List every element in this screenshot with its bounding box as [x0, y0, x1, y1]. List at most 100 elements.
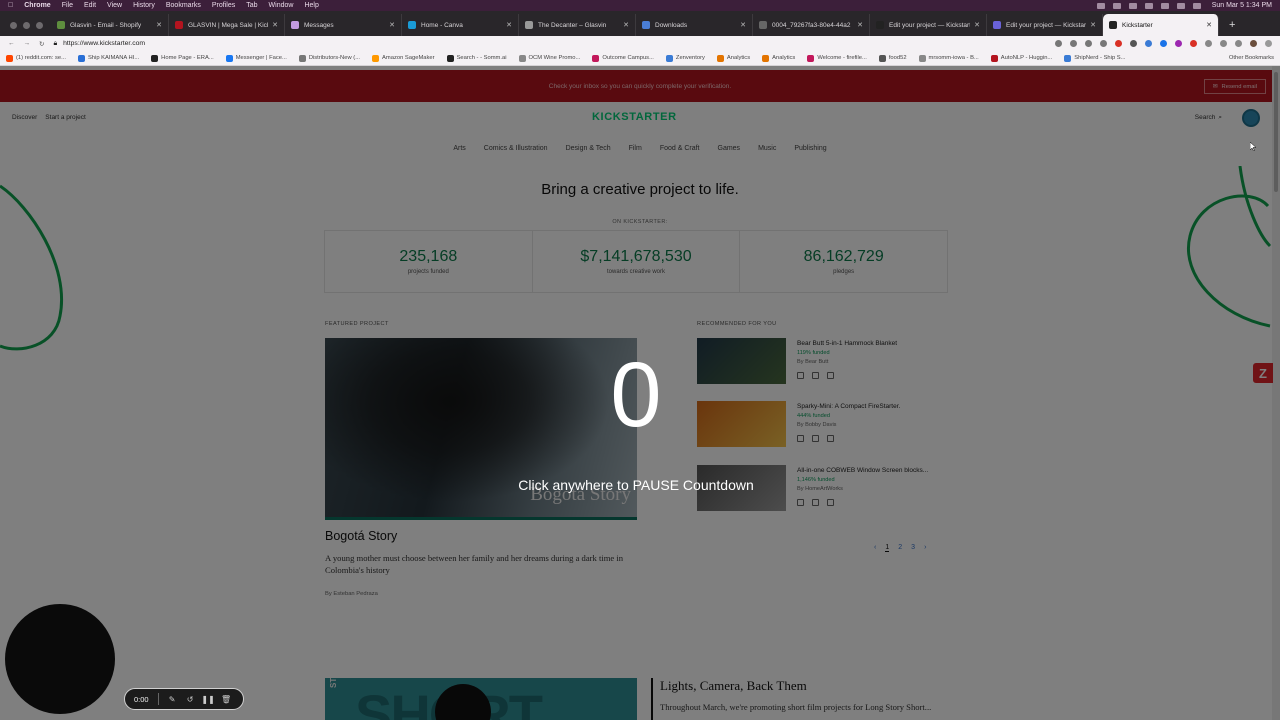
- browser-tab[interactable]: Edit your project — Kickstarter ✕: [870, 14, 987, 36]
- extension-icon[interactable]: [1175, 40, 1182, 47]
- bookmark-item[interactable]: OCM Wine Promo...: [518, 54, 580, 62]
- pause-icon[interactable]: ❚❚: [201, 695, 214, 704]
- bookmark-item[interactable]: ShipNerd - Ship S...: [1064, 54, 1125, 62]
- menu-profiles[interactable]: Profiles: [212, 2, 235, 9]
- menu-history[interactable]: History: [133, 2, 155, 9]
- close-tab-icon[interactable]: ✕: [1090, 21, 1096, 29]
- countdown-overlay[interactable]: 0 Click anywhere to PAUSE Countdown: [0, 66, 1280, 720]
- bookmark-favicon-icon: [298, 54, 306, 62]
- bookmark-star-icon[interactable]: [1100, 40, 1107, 47]
- extension-icon[interactable]: [1145, 40, 1152, 47]
- bookmark-item[interactable]: Distributors-New (...: [298, 54, 360, 62]
- battery-icon[interactable]: [1192, 2, 1201, 9]
- key-icon[interactable]: [1070, 40, 1077, 47]
- browser-tab-active[interactable]: Kickstarter ✕: [1103, 14, 1219, 36]
- apple-icon[interactable]: : [8, 2, 13, 9]
- draw-icon[interactable]: ✎: [168, 695, 177, 704]
- bookmark-item[interactable]: mrsomm-iowa - B...: [918, 54, 979, 62]
- browser-tab[interactable]: GLASVIN | Mega Sale | Kickstarter✕: [169, 14, 285, 36]
- menu-window[interactable]: Window: [269, 2, 294, 9]
- extension-icon[interactable]: [1115, 40, 1122, 47]
- status-icon[interactable]: [1128, 2, 1137, 9]
- status-icon[interactable]: [1160, 2, 1169, 9]
- close-tab-icon[interactable]: ✕: [974, 21, 980, 29]
- address-bar: ← → ↻ 🔒︎ https://www.kickstarter.com: [0, 36, 1280, 51]
- extension-icon[interactable]: [1190, 40, 1197, 47]
- pause-countdown-message[interactable]: Click anywhere to PAUSE Countdown: [0, 477, 1272, 493]
- menu-edit[interactable]: Edit: [84, 2, 96, 9]
- close-window-icon[interactable]: [10, 21, 17, 29]
- camera-icon[interactable]: [1055, 40, 1062, 47]
- url-text: https://www.kickstarter.com: [63, 40, 146, 47]
- browser-tab[interactable]: Messages ✕: [285, 14, 402, 36]
- menu-tab[interactable]: Tab: [246, 2, 257, 9]
- bookmark-item[interactable]: Home Page - ERA...: [151, 54, 214, 62]
- back-icon[interactable]: ←: [8, 40, 15, 47]
- menu-view[interactable]: View: [107, 2, 122, 9]
- bookmark-item[interactable]: Zenventory: [665, 54, 705, 62]
- bookmark-item[interactable]: food52: [878, 54, 907, 62]
- forward-icon[interactable]: →: [24, 40, 31, 47]
- lock-icon[interactable]: 🔒︎: [53, 40, 57, 48]
- close-tab-icon[interactable]: ✕: [156, 21, 162, 29]
- webcam-bubble[interactable]: [5, 604, 115, 714]
- close-tab-icon[interactable]: ✕: [272, 21, 278, 29]
- minimize-window-icon[interactable]: [23, 21, 30, 29]
- menu-bookmarks[interactable]: Bookmarks: [166, 2, 201, 9]
- bookmark-item[interactable]: Amazon SageMaker: [372, 54, 435, 62]
- puzzle-icon[interactable]: [1205, 40, 1212, 47]
- browser-tab[interactable]: Downloads ✕: [636, 14, 753, 36]
- bookmark-item[interactable]: Analytics: [716, 54, 750, 62]
- wifi-icon[interactable]: [1176, 2, 1185, 9]
- clock[interactable]: Sun Mar 5 1:34 PM: [1212, 2, 1272, 9]
- browser-tab[interactable]: 0004_79267fa3-80e4-44a2 ✕: [753, 14, 870, 36]
- extension-icon[interactable]: [1130, 40, 1137, 47]
- bookmark-item[interactable]: Analytics: [762, 54, 795, 62]
- restart-icon[interactable]: ↺: [186, 695, 195, 704]
- browser-tab[interactable]: Glasvin - Email - Shopify ✕: [51, 14, 169, 36]
- menu-file[interactable]: File: [62, 2, 73, 9]
- more-menu-icon[interactable]: [1265, 40, 1272, 47]
- browser-tab[interactable]: Home - Canva ✕: [402, 14, 519, 36]
- tab-favicon-icon: [175, 21, 183, 29]
- status-icon[interactable]: [1144, 2, 1153, 9]
- other-bookmarks[interactable]: Other Bookmarks: [1229, 55, 1274, 61]
- bookmark-item[interactable]: Search - - Somm.ai: [446, 54, 507, 62]
- app-name[interactable]: Chrome: [24, 2, 50, 9]
- close-tab-icon[interactable]: ✕: [389, 21, 395, 29]
- bookmark-item[interactable]: Messenger | Face...: [225, 54, 287, 62]
- browser-tab[interactable]: The Decanter – Glasvin ✕: [519, 14, 636, 36]
- tab-favicon-icon: [876, 21, 884, 29]
- profile-avatar-icon[interactable]: [1250, 40, 1257, 47]
- close-tab-icon[interactable]: ✕: [1206, 21, 1212, 29]
- bookmark-favicon-icon: [446, 54, 454, 62]
- zoom-window-icon[interactable]: [36, 21, 43, 29]
- close-tab-icon[interactable]: ✕: [506, 21, 512, 29]
- mac-menu-bar:  Chrome File Edit View History Bookmark…: [0, 0, 1280, 11]
- bookmark-item[interactable]: AutoNLP - Huggin...: [990, 54, 1052, 62]
- close-tab-icon[interactable]: ✕: [623, 21, 629, 29]
- status-icon[interactable]: [1112, 2, 1121, 9]
- window-controls: [4, 14, 51, 36]
- menu-help[interactable]: Help: [304, 2, 318, 9]
- browser-tab[interactable]: Edit your project — Kickstarter ✕: [987, 14, 1103, 36]
- recording-controls: 0:00 ✎ ↺ ❚❚ 🗑︎: [124, 688, 244, 710]
- close-tab-icon[interactable]: ✕: [857, 21, 863, 29]
- bookmark-item[interactable]: Outcome Campus...: [592, 54, 654, 62]
- bookmark-item[interactable]: Welcome - firefile...: [807, 54, 867, 62]
- sidebar-icon[interactable]: [1235, 40, 1242, 47]
- reload-icon[interactable]: ↻: [39, 40, 44, 48]
- bookmark-item[interactable]: (1) reddit.com: se...: [6, 54, 66, 62]
- tab-bar: Glasvin - Email - Shopify ✕ GLASVIN | Meg…: [0, 11, 1280, 36]
- status-icon[interactable]: [1096, 2, 1105, 9]
- trash-icon[interactable]: 🗑︎: [221, 695, 231, 704]
- url-field[interactable]: 🔒︎ https://www.kickstarter.com: [53, 40, 1046, 48]
- download-icon[interactable]: [1220, 40, 1227, 47]
- new-tab-button[interactable]: +: [1219, 14, 1245, 36]
- extension-icon[interactable]: [1160, 40, 1167, 47]
- extension-icons: [1055, 40, 1272, 47]
- bookmark-favicon-icon: [918, 54, 926, 62]
- bookmark-item[interactable]: Ship KAIMANA HI...: [77, 54, 139, 62]
- close-tab-icon[interactable]: ✕: [740, 21, 746, 29]
- share-icon[interactable]: [1085, 40, 1092, 47]
